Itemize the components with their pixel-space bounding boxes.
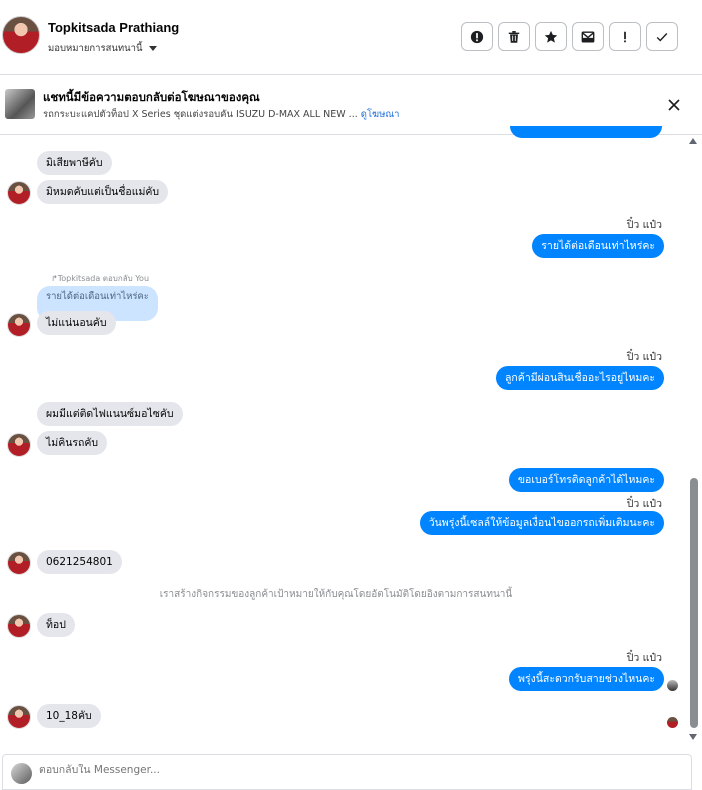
message-bubble-incoming: มิเสียพาษีคับ [37,151,112,176]
contact-avatar[interactable] [2,16,40,54]
message-bubble-incoming: ไม่คินรถคับ [37,431,108,456]
contact-avatar [7,181,31,205]
message-bubble-incoming: 10_18คับ [37,704,101,729]
system-notice: เราสร้างกิจกรรมของลูกค้าเป้าหมายให้กับคุ… [159,589,513,600]
message-bubble-outgoing [510,126,662,138]
exclamation-icon [624,31,626,42]
report-button[interactable] [461,22,493,51]
sender-name: ปิ๋ว แป๋ว [626,351,662,363]
sender-name: ปิ๋ว แป๋ว [626,219,662,231]
mail-icon [581,30,595,43]
message-bubble-outgoing: รายได้ต่อเดือนเท่าไหร่คะ [532,234,664,259]
view-ad-link[interactable]: ดูโฆษณา [361,109,400,120]
page-avatar [11,763,32,784]
contact-avatar [7,433,31,457]
ad-banner-subtitle: รถกระบะแคปตัวท็อป X Series ชุดแต่งรอบคัน… [43,107,400,122]
scroll-down-arrow-icon[interactable] [689,734,697,740]
check-icon [656,32,668,42]
conversation-header: Topkitsada Prathiang มอบหมายการสนทนานี้ [0,0,702,75]
message-bubble-outgoing: วันพรุ่งนี้เซลล์ให้ข้อมูลเงื่อนไขออกรถเพ… [419,511,664,536]
message-bubble-outgoing: ลูกค้ามีผ่อนสินเชื่ออะไรอยู่ไหมคะ [496,366,664,391]
assign-conversation-dropdown[interactable]: มอบหมายการสนทนานี้ [48,41,157,56]
report-icon [470,30,484,43]
seen-indicator-avatar [667,717,678,728]
ad-thumbnail[interactable] [5,89,35,119]
scrollbar-thumb[interactable] [690,478,698,728]
reply-label: ↱Topkitsada ตอบกลับ You [51,274,150,283]
message-bubble-outgoing: พรุ่งนี้สะดวกรับสายช่วงไหนคะ [509,667,664,692]
contact-avatar [7,705,31,729]
scroll-up-arrow-icon[interactable] [689,138,697,144]
contact-avatar [7,313,31,337]
message-bubble-incoming: 0621254801 [37,550,122,575]
message-bubble-incoming: ไม่แน่นอนคับ [37,311,116,336]
spam-button[interactable] [609,22,641,51]
reply-composer [2,754,692,790]
sender-name: ปิ๋ว แป๋ว [626,652,662,664]
mark-done-button[interactable] [646,22,678,51]
message-bubble-incoming: ท็อป [37,613,75,638]
message-bubble-incoming: มิหมดคับแต่เป็นชื่อแม่คับ [37,180,169,205]
chevron-down-icon [148,46,157,51]
star-button[interactable] [535,22,567,51]
reply-input[interactable] [39,764,639,776]
trash-icon [508,30,520,43]
close-icon [668,99,680,111]
mark-unread-button[interactable] [572,22,604,51]
ad-description: รถกระบะแคปตัวท็อป X Series ชุดแต่งรอบคัน… [43,109,358,120]
assign-label: มอบหมายการสนทนานี้ [48,43,143,54]
sender-name: ปิ๋ว แป๋ว [626,498,662,510]
header-actions [461,22,678,51]
contact-avatar [7,551,31,575]
contact-avatar [7,614,31,638]
star-icon [544,30,558,43]
seen-indicator-avatar [667,680,678,691]
close-banner-button[interactable] [664,95,684,115]
delete-button[interactable] [498,22,530,51]
contact-name[interactable]: Topkitsada Prathiang [48,20,179,35]
ad-banner-title: แชทนี้มีข้อความตอบกลับต่อโฆษณาของคุณ [43,90,260,104]
message-bubble-incoming: ผมมีแต่ติดไฟแนนซ์มอไซคับ [37,402,183,427]
message-bubble-outgoing: ขอเบอร์โทรติดลูกค้าได้ไหมคะ [508,468,664,493]
